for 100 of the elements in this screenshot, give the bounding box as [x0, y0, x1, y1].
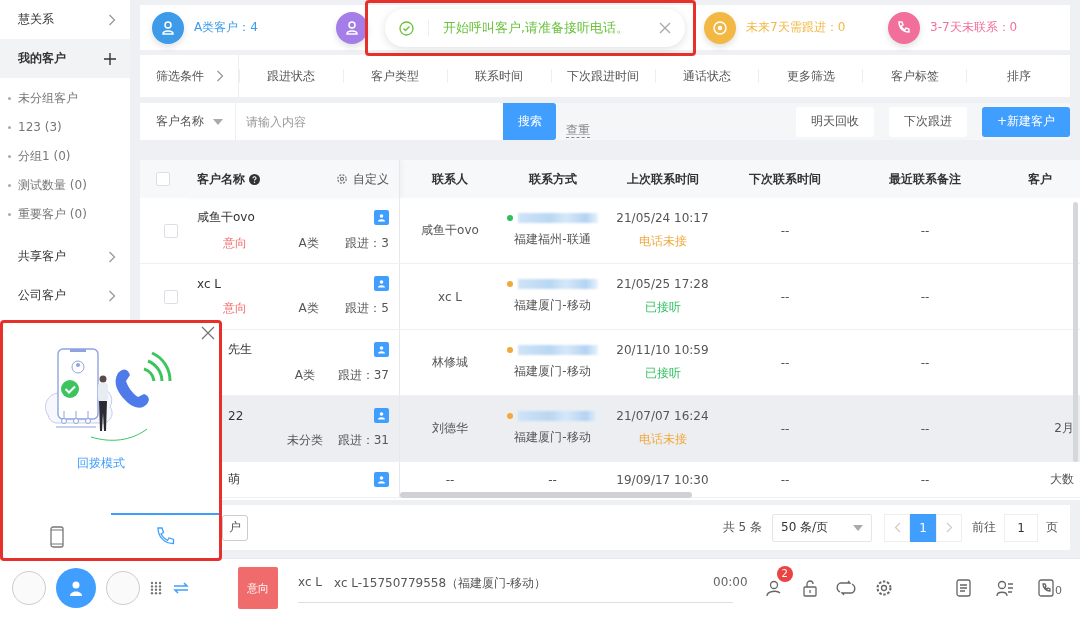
- call-status: 已接听: [644, 299, 681, 316]
- group-item[interactable]: 分组1 (0): [0, 142, 130, 171]
- phone-cell: --: [548, 472, 557, 487]
- follow-up-count: 跟进：37: [337, 368, 389, 382]
- contact-card-icon[interactable]: [996, 579, 1014, 597]
- category-label: A类: [298, 236, 319, 250]
- recent-note: --: [920, 223, 930, 238]
- unlock-icon[interactable]: [802, 579, 817, 597]
- next-contact-time: --: [780, 421, 790, 436]
- customer-name[interactable]: 咸鱼干ovo: [197, 209, 255, 226]
- customer-name[interactable]: xc L: [197, 276, 221, 291]
- filter-conditions-button[interactable]: 筛选条件: [140, 55, 239, 97]
- customer-cell: 大数: [1050, 471, 1074, 488]
- dialpad-icon[interactable]: [150, 581, 162, 595]
- contact-name: xc L: [438, 289, 462, 304]
- phone-location: 福建厦门-移动: [514, 429, 591, 446]
- action-button[interactable]: 明天回收: [795, 106, 874, 137]
- next-icon: [945, 522, 953, 533]
- customer-cell: 2月: [1054, 420, 1074, 437]
- scrollbar-thumb[interactable]: [400, 492, 692, 498]
- plus-icon: [104, 52, 116, 65]
- round-button[interactable]: [12, 571, 46, 605]
- group-item[interactable]: 重要客户 (0): [0, 200, 130, 229]
- chevron-icon: [108, 13, 116, 26]
- column-header: 最近联系备注: [888, 170, 962, 188]
- column-header: 客户: [1027, 170, 1053, 188]
- group-item[interactable]: 测试数量 (0): [0, 171, 130, 200]
- select-value: 客户名称: [156, 113, 204, 130]
- document-icon[interactable]: [956, 579, 972, 597]
- scrollbar-thumb[interactable]: [1073, 202, 1078, 462]
- filter-dropdown[interactable]: 通话状态: [654, 69, 759, 83]
- customer-name[interactable]: 22: [228, 408, 244, 423]
- select-all-checkbox[interactable]: [155, 172, 170, 186]
- filter-dropdown[interactable]: 跟进状态: [239, 69, 343, 83]
- swap-icon[interactable]: [172, 580, 190, 596]
- table-row[interactable]: 咸鱼干ovo 意向 A类 跟进：3 咸鱼干ovo 福建福州-联通 21/05/24 10:17 电话未接 -- --: [140, 198, 1080, 264]
- sidebar-item[interactable]: 慧关系: [0, 0, 130, 39]
- next-contact-time: --: [780, 289, 790, 304]
- phone-location: 福建厦门-移动: [514, 297, 591, 314]
- phone-icon[interactable]: [1038, 579, 1054, 597]
- contact-name: 林修城: [432, 354, 468, 371]
- last-contact-time: 19/09/17 10:30: [616, 472, 709, 487]
- contact-card-icon[interactable]: [374, 408, 389, 423]
- sidebar-item[interactable]: 共享客户: [0, 237, 130, 276]
- contact-card-icon[interactable]: [374, 342, 389, 357]
- last-contact-time: 20/11/10 10:59: [616, 343, 709, 357]
- column-header: 上次联系时间: [625, 170, 700, 188]
- mobile-phone-icon: [50, 525, 64, 548]
- close-button[interactable]: [659, 22, 671, 34]
- chevron-icon: [108, 289, 116, 302]
- follow-up-count: 跟进：5: [345, 301, 389, 315]
- row-checkbox[interactable]: [163, 223, 178, 238]
- column-header: 客户名称: [197, 170, 245, 188]
- contact-name: 咸鱼干ovo: [421, 222, 479, 239]
- settings-icon[interactable]: [874, 579, 893, 597]
- contact-card-icon[interactable]: [374, 210, 389, 225]
- last-contact-time: 21/07/07 16:24: [616, 409, 709, 423]
- recent-note: --: [920, 289, 930, 304]
- filter-dropdown[interactable]: 联系时间: [446, 69, 551, 83]
- partial-button[interactable]: 户: [222, 514, 248, 541]
- search-field[interactable]: 请输入内容: [236, 103, 503, 140]
- recent-note: --: [920, 421, 930, 436]
- success-check-icon: [399, 20, 414, 36]
- gear-icon: [336, 173, 348, 185]
- person-button[interactable]: [56, 568, 96, 608]
- group-item[interactable]: 未分组客户: [0, 84, 130, 113]
- page-input[interactable]: 1: [1004, 513, 1038, 542]
- call-status: 电话未接: [638, 431, 687, 448]
- call-timer: 00:00: [713, 575, 748, 589]
- sidebar-item[interactable]: 公司客户: [0, 276, 130, 315]
- filter-dropdown[interactable]: 下次跟进时间: [550, 69, 655, 83]
- follow-up-count: 跟进：31: [337, 433, 389, 447]
- customer-field-select[interactable]: 客户名称: [140, 103, 236, 140]
- filter-dropdown[interactable]: 排序: [966, 69, 1070, 83]
- recent-note: --: [920, 355, 930, 370]
- customize-button[interactable]: 自定义: [336, 170, 389, 188]
- page-size-select[interactable]: 50 条/页: [772, 513, 872, 542]
- customer-name[interactable]: 萌: [228, 471, 240, 488]
- caller-name: xc L: [298, 575, 322, 591]
- caret-icon: [213, 118, 223, 125]
- group-item[interactable]: 123 (3): [0, 113, 130, 142]
- customer-name[interactable]: 先生: [228, 341, 252, 358]
- intent-tag: 意向: [222, 236, 247, 250]
- contact-card-icon[interactable]: [374, 276, 389, 291]
- filter-dropdown[interactable]: 客户类型: [342, 69, 447, 83]
- filter-dropdown[interactable]: 更多筛选: [758, 69, 863, 83]
- close-button[interactable]: [201, 326, 215, 340]
- call-count: 0: [1055, 584, 1062, 597]
- help-icon[interactable]: [249, 173, 260, 185]
- category-label: 未分类: [286, 433, 323, 447]
- column-header: 联系方式: [527, 170, 578, 188]
- dedupe-link[interactable]: 查重: [566, 123, 590, 138]
- sidebar-item[interactable]: 我的客户: [0, 39, 130, 78]
- row-checkbox[interactable]: [163, 289, 178, 304]
- round-button[interactable]: [106, 571, 140, 605]
- contact-name: --: [445, 472, 455, 487]
- loop-icon[interactable]: [835, 580, 856, 596]
- filter-dropdown[interactable]: 客户标签: [862, 69, 967, 83]
- contact-card-icon[interactable]: [374, 472, 389, 487]
- action-button[interactable]: 下次跟进: [888, 106, 967, 137]
